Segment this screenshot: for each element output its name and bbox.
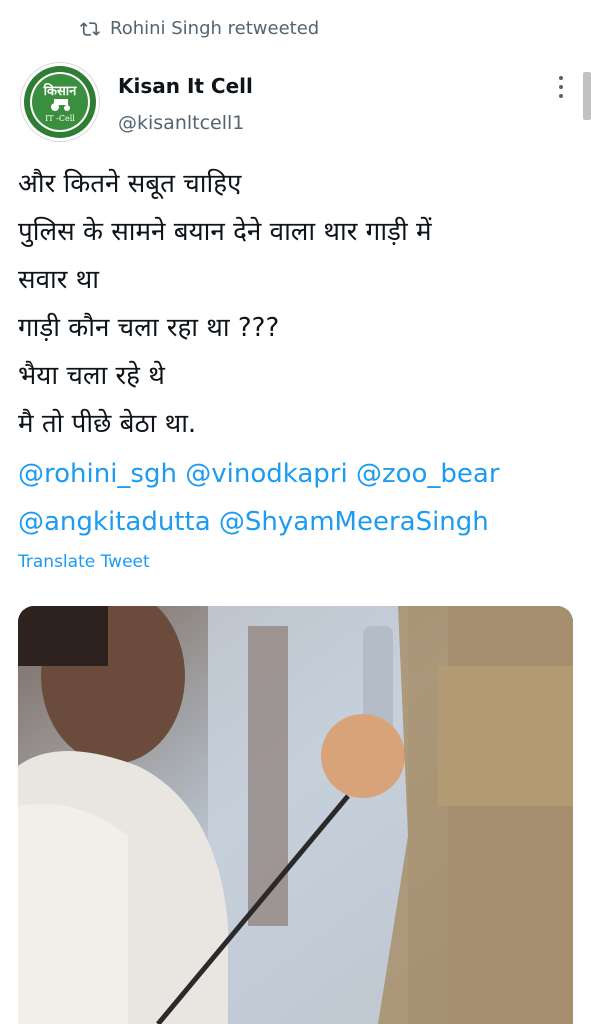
tweet-line: पुलिस के सामने बयान देने वाला थार गाड़ी … (18, 217, 432, 247)
translate-tweet-link[interactable]: Translate Tweet (18, 552, 150, 572)
scrollbar[interactable] (583, 72, 591, 120)
mentions: @rohini_sgh @vinodkapri @zoo_bear @angki… (18, 450, 578, 546)
retweet-icon (80, 21, 100, 36)
mention-link[interactable]: @rohini_sgh (18, 459, 177, 489)
tweet-line: मै तो पीछे बेठा था. (18, 409, 197, 439)
retweet-label: Rohini Singh retweeted (110, 18, 320, 39)
tweet-line: सवार था (18, 265, 100, 295)
retweet-context[interactable]: Rohini Singh retweeted (80, 18, 319, 39)
mention-link[interactable]: @angkitadutta (18, 507, 211, 537)
tweet-text: और कितने सबूत चाहिए पुलिस के सामने बयान … (18, 160, 578, 448)
tweet-line: गाड़ी कौन चला रहा था ??? (18, 313, 280, 343)
hand (321, 714, 405, 798)
author-handle[interactable]: @kisanltcell1 (118, 112, 244, 134)
tweet-line: और कितने सबूत चाहिए (18, 169, 242, 199)
mention-link[interactable]: @zoo_bear (356, 459, 500, 489)
avatar[interactable]: किसान IT -Cell (20, 62, 100, 142)
more-options-icon[interactable] (552, 76, 570, 98)
avatar-text-top: किसान (43, 83, 78, 99)
mention-link[interactable]: @vinodkapri (185, 459, 347, 489)
author-name[interactable]: Kisan It Cell (118, 74, 253, 98)
avatar-text-bottom: IT -Cell (45, 114, 75, 123)
mention-link[interactable]: @ShyamMeeraSingh (219, 507, 489, 537)
tweet-media-video[interactable] (18, 606, 573, 1024)
tweet-line: भैया चला रहे थे (18, 361, 165, 391)
